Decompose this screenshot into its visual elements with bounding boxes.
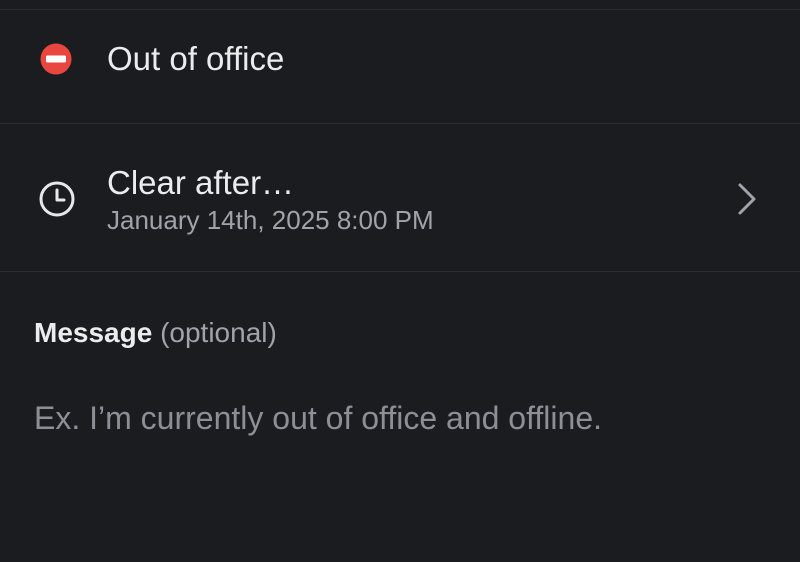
message-optional-label: (optional) — [160, 317, 277, 348]
message-label: Message (optional) — [34, 316, 277, 350]
status-editor-screen: Out of office Clear after… January 14th,… — [0, 0, 800, 562]
chevron-right-icon — [738, 183, 756, 215]
clear-after-row[interactable]: Clear after… January 14th, 2025 8:00 PM — [0, 125, 800, 272]
message-label-text: Message — [34, 317, 153, 348]
no-entry-icon[interactable] — [40, 43, 72, 75]
status-row[interactable]: Out of office — [0, 10, 800, 124]
clock-icon — [39, 181, 75, 217]
clear-after-datetime: January 14th, 2025 8:00 PM — [107, 205, 434, 235]
status-text[interactable]: Out of office — [107, 39, 284, 79]
clear-after-title: Clear after… — [107, 164, 295, 201]
message-input[interactable] — [34, 394, 774, 442]
